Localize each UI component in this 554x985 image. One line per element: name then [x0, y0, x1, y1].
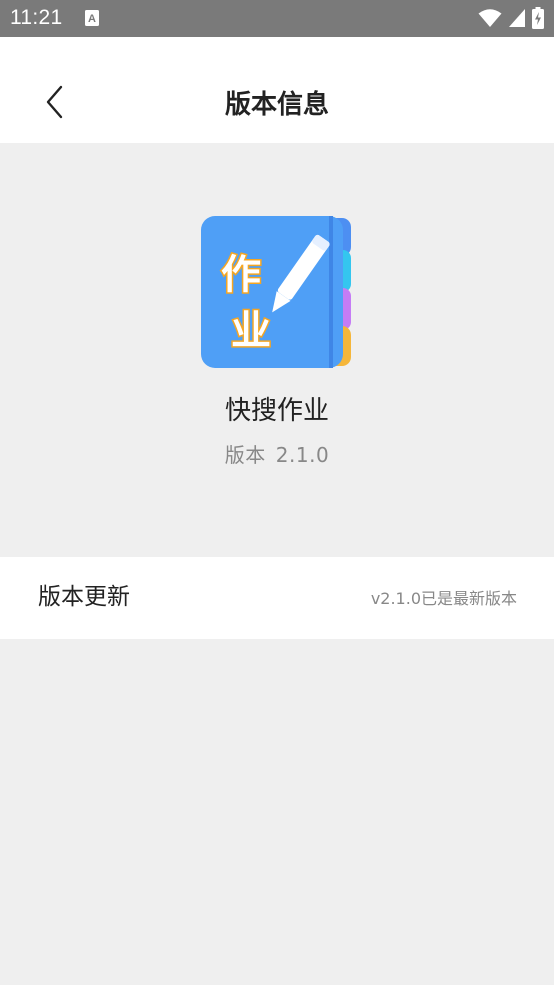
- header: 版本信息: [0, 37, 554, 143]
- status-bar: 11:21 A: [0, 0, 554, 37]
- wifi-icon: [478, 9, 502, 27]
- a-letter-icon: A: [85, 10, 99, 26]
- app-logo-text-bottom: 业: [231, 308, 271, 354]
- svg-text:A: A: [88, 13, 96, 25]
- app-logo-icon: 作 业: [201, 216, 351, 368]
- battery-charging-icon: [532, 7, 544, 29]
- version-update-row[interactable]: 版本更新 v2.1.0已是最新版本: [0, 557, 554, 639]
- app-logo-text-top: 作: [221, 252, 261, 298]
- app-name: 快搜作业: [224, 396, 329, 426]
- version-update-label: 版本更新: [38, 584, 130, 610]
- signal-icon: [509, 9, 525, 27]
- app-info-section: 作 业 快搜作业 版本 2.1.0: [0, 143, 554, 556]
- version-update-status: v2.1.0已是最新版本: [370, 589, 517, 608]
- status-time: 11:21: [10, 6, 63, 29]
- version-number: 2.1.0: [275, 443, 330, 467]
- version-label: 版本: [224, 443, 266, 467]
- app-version: 版本 2.1.0: [0, 441, 554, 469]
- status-icons: [478, 7, 544, 29]
- page-title: 版本信息: [224, 90, 329, 120]
